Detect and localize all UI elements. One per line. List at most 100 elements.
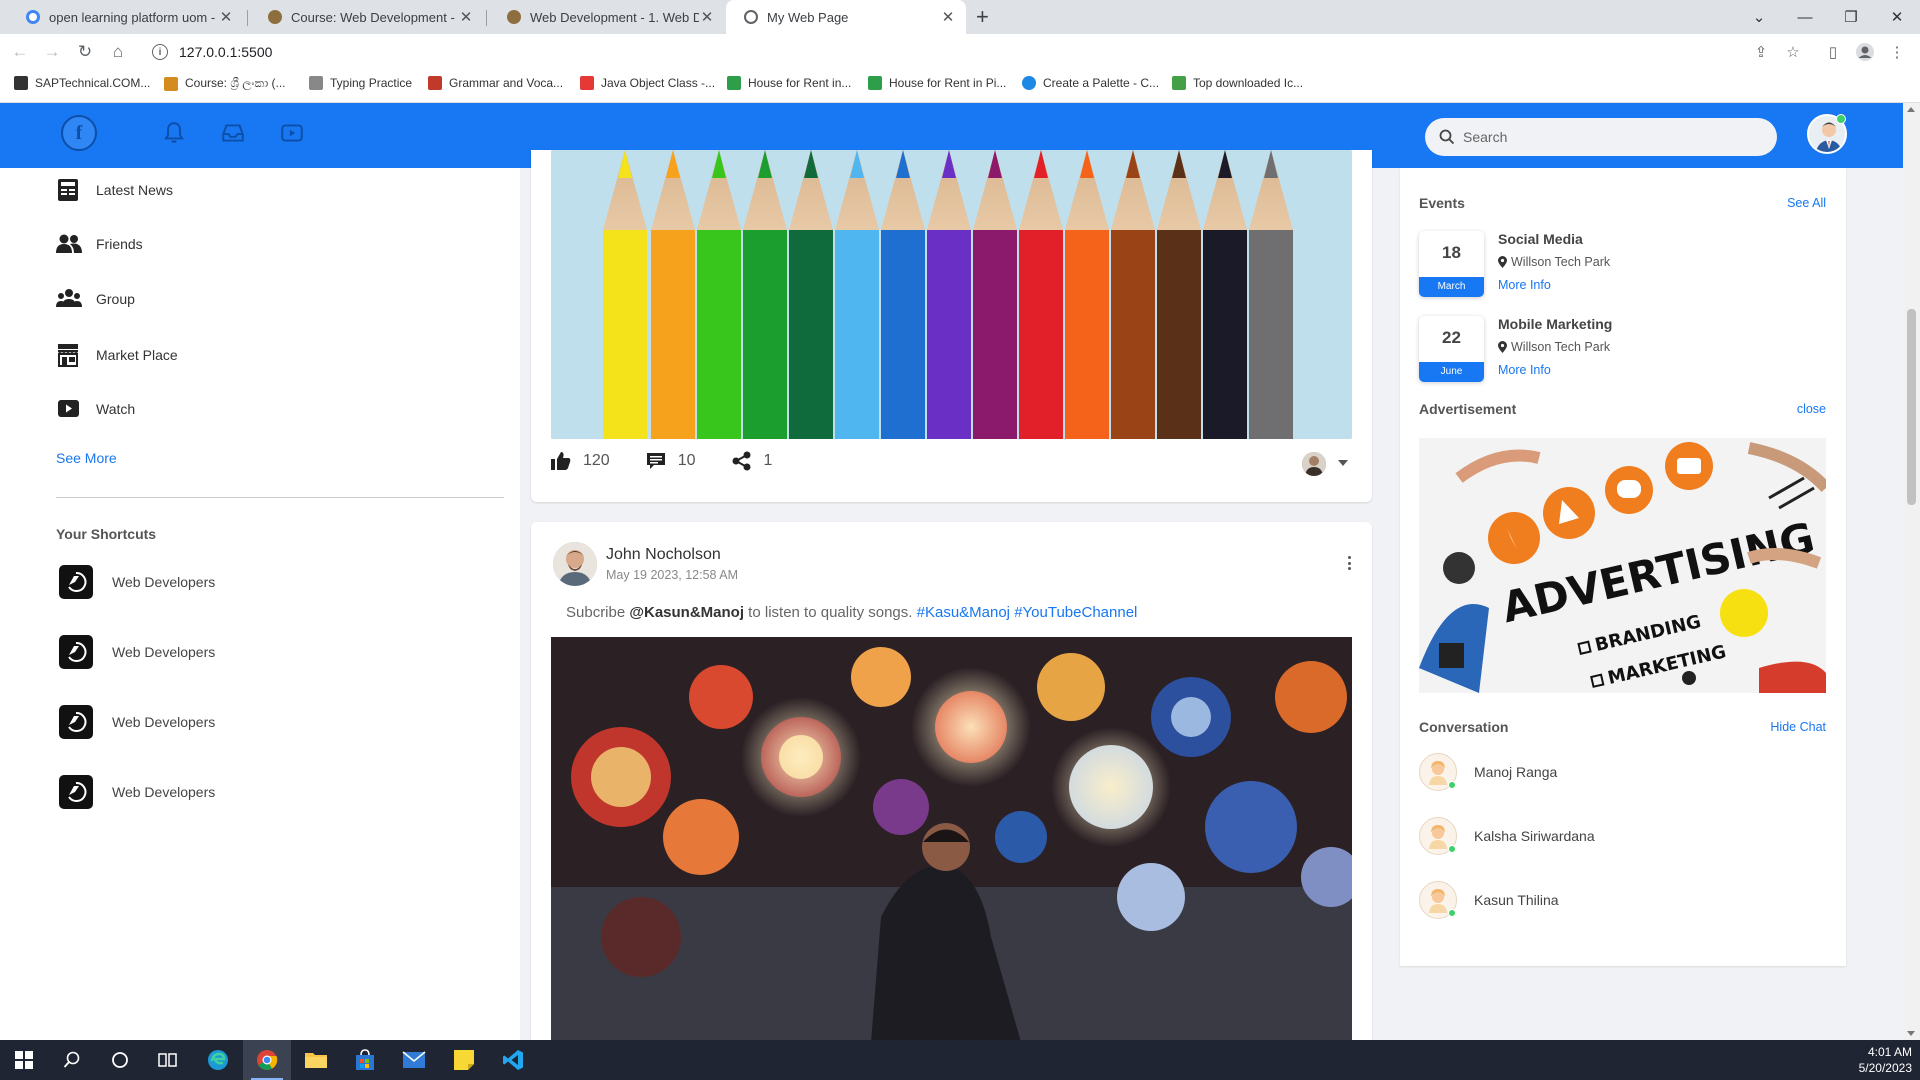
shortcut-item[interactable]: Web Developers	[59, 705, 215, 739]
scroll-up-arrow-icon[interactable]	[1907, 107, 1915, 112]
inbox-icon[interactable]	[220, 120, 246, 146]
avatar	[1419, 881, 1457, 919]
bookmark-item[interactable]: Grammar and Voca...	[428, 76, 563, 90]
more-options-icon[interactable]	[1348, 556, 1352, 573]
shortcut-arrow-icon	[59, 775, 93, 809]
search-box[interactable]	[1425, 118, 1777, 156]
close-icon[interactable]: ✕	[699, 8, 715, 26]
side-panel-icon[interactable]: ▯	[1822, 41, 1844, 63]
post-card: John Nocholson May 19 2023, 12:58 AM Sub…	[531, 522, 1372, 1042]
vscode-icon[interactable]	[489, 1040, 537, 1080]
bookmark-item[interactable]: Create a Palette - C...	[1022, 76, 1159, 90]
advertisement-image[interactable]: ADVERTISING BRANDING MARKETING	[1419, 438, 1826, 693]
chevron-down-icon[interactable]	[1338, 460, 1348, 466]
close-ad-link[interactable]: close	[1797, 402, 1826, 416]
chat-contact[interactable]: Kalsha Siriwardana	[1419, 817, 1595, 855]
window-close-icon[interactable]: ✕	[1874, 0, 1920, 34]
comment-button[interactable]: 10	[646, 451, 696, 471]
restore-icon[interactable]: ❐	[1828, 0, 1874, 34]
avatar[interactable]	[553, 542, 597, 586]
tab-search-chevron-icon[interactable]: ⌄	[1736, 0, 1782, 34]
minimize-icon[interactable]: —	[1782, 0, 1828, 34]
back-arrow-icon[interactable]: ←	[8, 40, 32, 64]
scroll-down-arrow-icon[interactable]	[1907, 1031, 1915, 1036]
mention-link[interactable]: @Kasun&Manoj	[629, 604, 744, 621]
windows-start-icon[interactable]	[0, 1040, 48, 1080]
hashtag-link[interactable]: #Kasu&Manoj	[917, 604, 1010, 621]
menu-kebab-icon[interactable]: ⋮	[1886, 41, 1908, 63]
see-more-link[interactable]: See More	[56, 450, 117, 466]
logo[interactable]: f	[61, 115, 97, 151]
event-item: 18 March Social Media Willson Tech Park …	[1419, 231, 1839, 299]
browser-tab-active[interactable]: My Web Page ✕	[726, 0, 966, 34]
share-icon[interactable]: ⇪	[1750, 41, 1772, 63]
home-icon[interactable]: ⌂	[106, 40, 130, 64]
sidebar-item-group[interactable]: Group	[56, 288, 135, 310]
close-icon[interactable]: ✕	[458, 8, 474, 26]
left-sidebar: Latest News Friends Group Market Place W…	[0, 168, 520, 1040]
mail-icon[interactable]	[390, 1040, 438, 1080]
bell-icon[interactable]	[161, 120, 187, 146]
scrollbar-thumb[interactable]	[1907, 309, 1916, 505]
sticky-notes-icon[interactable]	[440, 1040, 488, 1080]
new-tab-plus-icon[interactable]: +	[976, 4, 989, 30]
like-button[interactable]: 120	[551, 451, 610, 471]
event-location: Willson Tech Park	[1498, 340, 1610, 354]
bookmark-item[interactable]: Typing Practice	[309, 76, 412, 90]
more-info-link[interactable]: More Info	[1498, 363, 1551, 377]
bookmark-item[interactable]: Top downloaded Ic...	[1172, 76, 1303, 90]
browser-tab[interactable]: open learning platform uom - Go ✕	[8, 0, 244, 34]
post-text-segment: to listen to quality songs.	[744, 604, 917, 621]
system-clock[interactable]: 4:01 AM 5/20/2023	[1859, 1044, 1912, 1076]
chrome-icon[interactable]	[243, 1040, 291, 1080]
bookmark-item[interactable]: SAPTechnical.COM...	[14, 76, 150, 90]
page-scrollbar[interactable]	[1903, 103, 1920, 1040]
bookmark-item[interactable]: Java Object Class -...	[580, 76, 715, 90]
sidebar-item-friends[interactable]: Friends	[56, 233, 143, 255]
bookmark-label: House for Rent in...	[748, 76, 852, 90]
file-explorer-icon[interactable]	[292, 1040, 340, 1080]
share-button[interactable]: 1	[732, 451, 772, 471]
forward-arrow-icon[interactable]: →	[40, 40, 64, 64]
see-all-link[interactable]: See All	[1787, 196, 1826, 210]
shortcut-item[interactable]: Web Developers	[59, 565, 215, 599]
bookmark-star-icon[interactable]: ☆	[1782, 41, 1804, 63]
edge-icon[interactable]	[194, 1040, 242, 1080]
close-icon[interactable]: ✕	[218, 8, 234, 26]
video-play-icon[interactable]	[279, 120, 305, 146]
task-view-icon[interactable]	[144, 1040, 192, 1080]
cortana-icon[interactable]	[96, 1040, 144, 1080]
bookmark-label: House for Rent in Pi...	[889, 76, 1007, 90]
reload-icon[interactable]: ↻	[73, 40, 97, 64]
store-bag-icon[interactable]	[341, 1040, 389, 1080]
search-input[interactable]	[1463, 129, 1763, 145]
bookmark-item[interactable]: Course: ශ්‍රී ලංකා (...	[164, 76, 286, 91]
more-info-link[interactable]: More Info	[1498, 278, 1551, 292]
sidebar-item-latest-news[interactable]: Latest News	[56, 178, 173, 202]
site-info-icon[interactable]: i	[152, 44, 168, 60]
profile-icon[interactable]	[1854, 41, 1876, 63]
browser-tab[interactable]: Web Development - 1. Web Desi ✕	[489, 0, 725, 34]
hide-chat-link[interactable]: Hide Chat	[1770, 720, 1826, 734]
bookmark-item[interactable]: House for Rent in Pi...	[868, 76, 1006, 90]
events-heading: Events	[1419, 195, 1465, 211]
sidebar-item-label: Market Place	[96, 347, 178, 363]
sidebar-item-watch[interactable]: Watch	[56, 398, 135, 420]
post-author[interactable]: John Nocholson	[606, 546, 721, 564]
hashtag-link[interactable]: #YouTubeChannel	[1014, 604, 1137, 621]
search-icon[interactable]	[48, 1040, 96, 1080]
bookmark-favicon-icon	[309, 76, 323, 90]
shortcut-item[interactable]: Web Developers	[59, 635, 215, 669]
shortcut-item[interactable]: Web Developers	[59, 775, 215, 809]
post-text-segment: Subcribe	[566, 604, 630, 621]
online-status-dot	[1448, 781, 1456, 789]
close-icon[interactable]: ✕	[940, 8, 956, 26]
thumbs-up-icon	[551, 452, 571, 470]
sidebar-item-market-place[interactable]: Market Place	[56, 343, 178, 367]
avatar[interactable]	[1302, 452, 1326, 476]
bookmark-item[interactable]: House for Rent in...	[727, 76, 851, 90]
chat-contact[interactable]: Manoj Ranga	[1419, 753, 1557, 791]
address-bar[interactable]: i 127.0.0.1:5500	[140, 37, 1780, 67]
chat-contact[interactable]: Kasun Thilina	[1419, 881, 1559, 919]
browser-tab[interactable]: Course: Web Development - 1. W ✕	[250, 0, 484, 34]
